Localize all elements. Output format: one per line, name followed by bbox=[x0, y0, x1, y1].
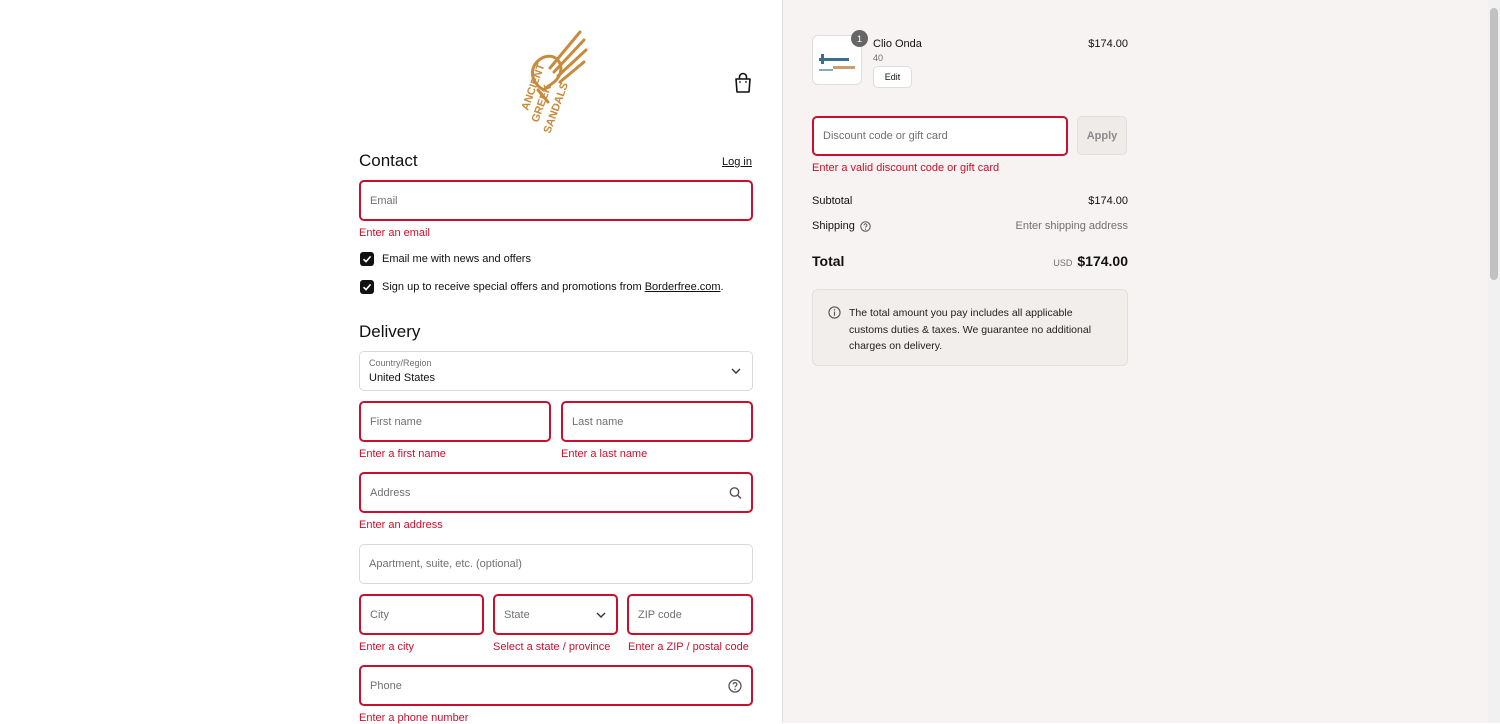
info-icon bbox=[828, 306, 841, 319]
state-select-value: State bbox=[504, 609, 530, 621]
apartment-input[interactable] bbox=[360, 545, 752, 583]
city-error: Enter a city bbox=[359, 641, 415, 653]
edit-item-button[interactable]: Edit bbox=[873, 66, 912, 88]
shipping-label: Shipping bbox=[812, 220, 855, 232]
email-input[interactable] bbox=[361, 182, 751, 219]
total-currency: USD bbox=[1053, 258, 1073, 268]
city-field[interactable] bbox=[359, 594, 484, 635]
apartment-field[interactable] bbox=[359, 544, 753, 584]
duties-notice-box: The total amount you pay includes all ap… bbox=[812, 289, 1128, 366]
scrollbar[interactable] bbox=[1488, 0, 1500, 723]
country-select-label: Country/Region bbox=[369, 358, 432, 368]
promo-checkbox[interactable] bbox=[360, 280, 374, 294]
login-link[interactable]: Log in bbox=[722, 156, 752, 168]
zip-error: Enter a ZIP / postal code bbox=[628, 641, 749, 653]
help-circle-icon[interactable] bbox=[860, 220, 871, 232]
discount-error: Enter a valid discount code or gift card bbox=[812, 162, 1000, 174]
discount-field[interactable] bbox=[812, 116, 1068, 156]
shipping-value: Enter shipping address bbox=[1015, 220, 1128, 232]
last-name-error: Enter a last name bbox=[561, 448, 648, 460]
first-name-field[interactable] bbox=[359, 401, 551, 442]
last-name-input[interactable] bbox=[563, 403, 751, 440]
email-error: Enter an email bbox=[359, 227, 430, 239]
total-label: Total bbox=[812, 253, 845, 269]
shipping-row: Shipping Enter shipping address bbox=[812, 220, 1128, 232]
address-error: Enter an address bbox=[359, 519, 443, 531]
discount-input[interactable] bbox=[814, 118, 1066, 154]
zip-input[interactable] bbox=[629, 596, 751, 633]
total-value: $174.00 bbox=[1077, 253, 1128, 269]
ancient-greek-sandals-logo[interactable]: ANCIENT GREEK SANDALS bbox=[520, 28, 592, 138]
duties-notice-text: The total amount you pay includes all ap… bbox=[849, 307, 1092, 352]
news-offers-checkbox[interactable] bbox=[360, 252, 374, 266]
total-row: Total USD $174.00 bbox=[812, 253, 1128, 269]
subtotal-row: Subtotal $174.00 bbox=[812, 195, 1128, 207]
search-icon[interactable] bbox=[729, 486, 742, 499]
delivery-heading: Delivery bbox=[359, 322, 421, 341]
scrollbar-thumb[interactable] bbox=[1490, 8, 1498, 280]
country-select[interactable]: Country/Region United States bbox=[359, 351, 753, 391]
product-name: Clio Onda bbox=[873, 38, 922, 50]
checkout-form-panel: ANCIENT GREEK SANDALS Contact Log in Ent… bbox=[0, 0, 782, 724]
email-field[interactable] bbox=[359, 180, 753, 221]
phone-input[interactable] bbox=[361, 667, 751, 704]
promo-label: Sign up to receive special offers and pr… bbox=[382, 281, 645, 293]
address-field[interactable] bbox=[359, 472, 753, 513]
shopping-bag-icon[interactable] bbox=[733, 72, 753, 94]
news-offers-option[interactable]: Email me with news and offers bbox=[360, 252, 531, 266]
phone-error: Enter a phone number bbox=[359, 712, 469, 724]
news-offers-label: Email me with news and offers bbox=[382, 253, 531, 265]
promo-option[interactable]: Sign up to receive special offers and pr… bbox=[360, 280, 724, 294]
checkmark-icon bbox=[362, 255, 372, 263]
checkmark-icon bbox=[362, 283, 372, 291]
chevron-down-icon bbox=[731, 368, 741, 374]
subtotal-value: $174.00 bbox=[1088, 195, 1128, 207]
product-price: $174.00 bbox=[1088, 38, 1128, 50]
chevron-down-icon bbox=[596, 612, 606, 618]
contact-heading: Contact bbox=[359, 151, 418, 170]
zip-field[interactable] bbox=[627, 594, 753, 635]
phone-field[interactable] bbox=[359, 665, 753, 706]
first-name-input[interactable] bbox=[361, 403, 549, 440]
country-select-value: United States bbox=[369, 372, 436, 384]
quantity-badge: 1 bbox=[851, 30, 868, 47]
promo-label-suffix: . bbox=[720, 281, 724, 293]
help-circle-icon[interactable] bbox=[728, 678, 742, 693]
borderfree-link[interactable]: Borderfree.com bbox=[645, 281, 721, 293]
state-select[interactable]: State bbox=[493, 594, 618, 635]
product-variant: 40 bbox=[873, 53, 884, 63]
state-error: Select a state / province bbox=[493, 641, 611, 653]
last-name-field[interactable] bbox=[561, 401, 753, 442]
apply-discount-button[interactable]: Apply bbox=[1077, 116, 1127, 155]
first-name-error: Enter a first name bbox=[359, 448, 446, 460]
city-input[interactable] bbox=[361, 596, 482, 633]
subtotal-label: Subtotal bbox=[812, 195, 853, 207]
address-input[interactable] bbox=[361, 474, 751, 511]
